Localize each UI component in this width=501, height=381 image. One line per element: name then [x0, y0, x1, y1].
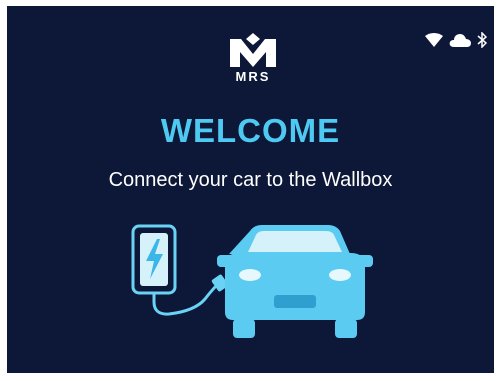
mrs-logo-icon [230, 33, 276, 67]
connect-instruction: Connect your car to the Wallbox [108, 169, 393, 191]
car-icon [217, 225, 373, 338]
cloud-icon [449, 34, 471, 47]
brand-logo: MRS [223, 32, 283, 88]
bluetooth-icon [477, 32, 487, 48]
welcome-heading: WELCOME [160, 112, 341, 149]
status-bar [425, 32, 487, 48]
wifi-icon [425, 33, 443, 47]
logo-text: MRS [235, 69, 271, 84]
charging-illustration [131, 224, 373, 338]
display-screen: MRS WELCOME Connect your car to the Wall… [7, 6, 494, 373]
charger-icon [131, 224, 229, 316]
